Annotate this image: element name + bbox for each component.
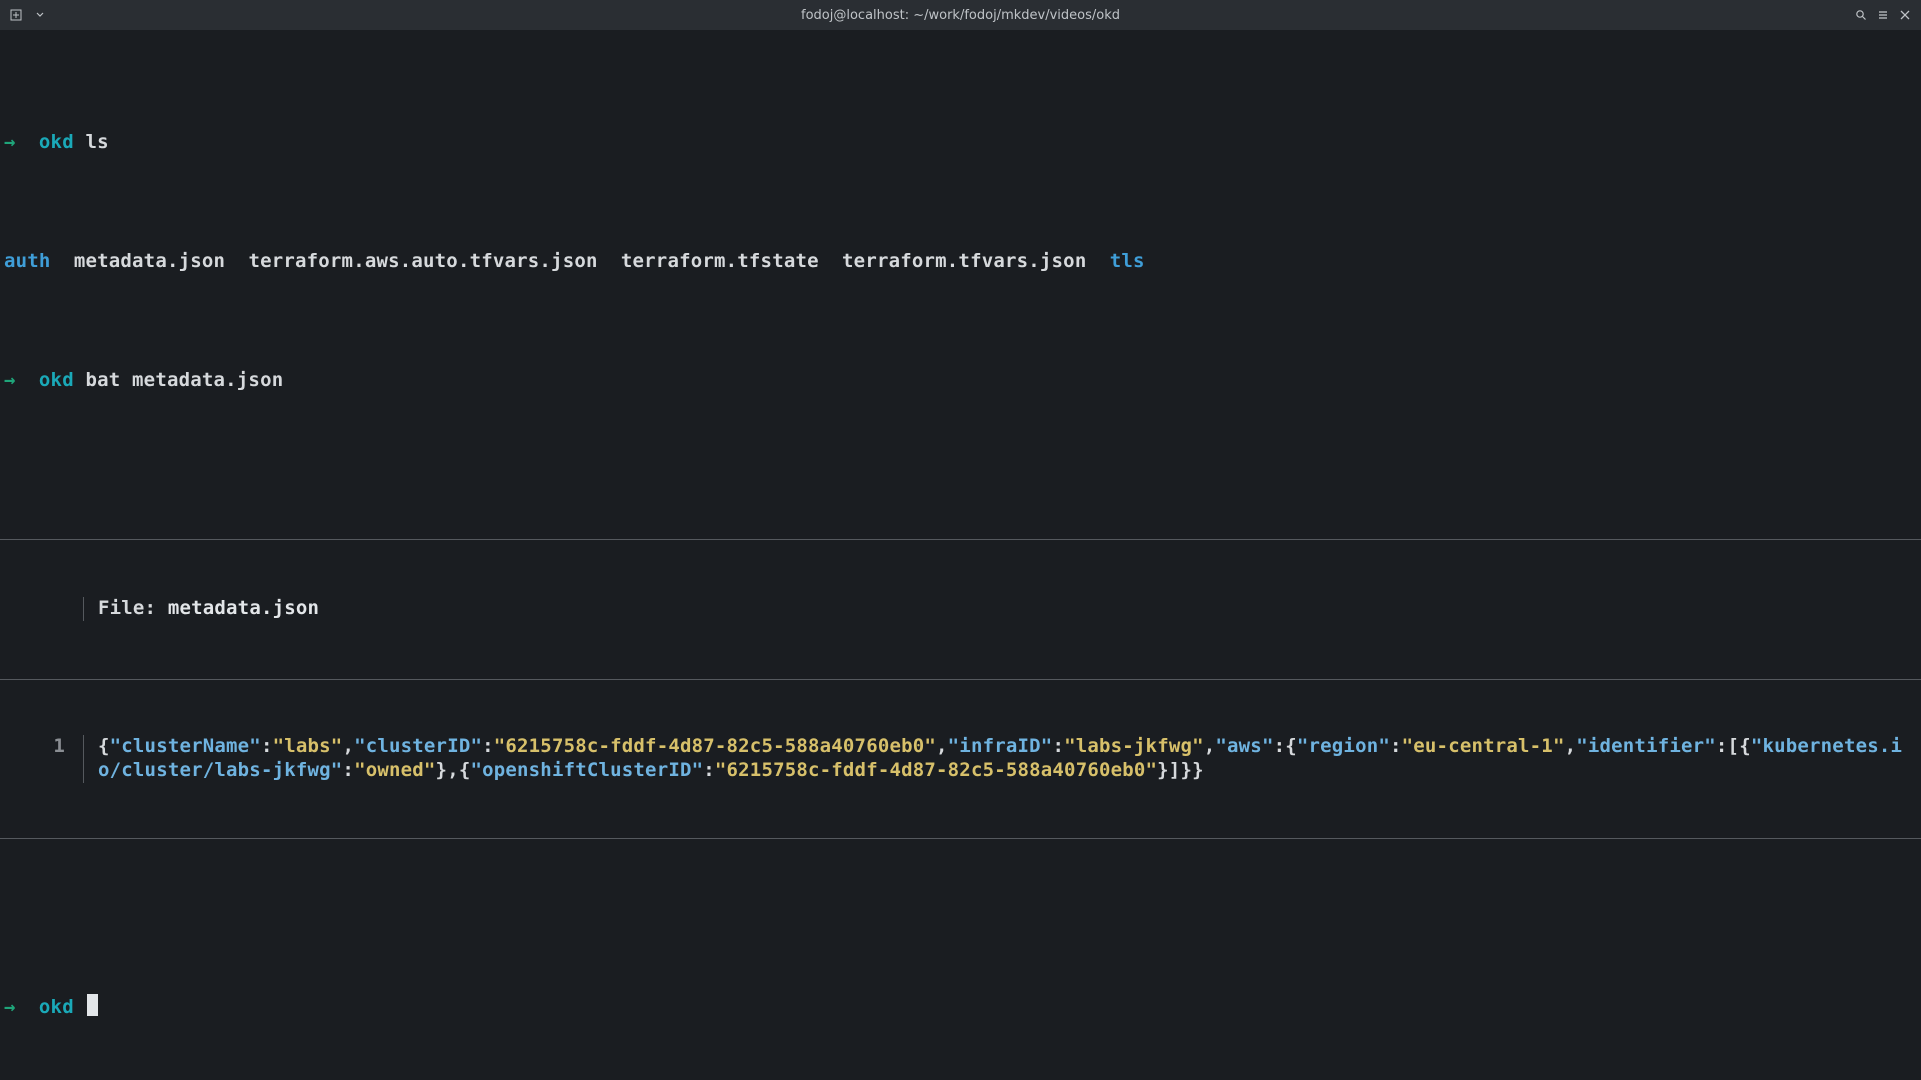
bat-file-header: File: metadata.json [84,597,1921,621]
window-title: fodoj@localhost: ~/work/fodoj/mkdev/vide… [0,8,1921,23]
bat-content-row: 1 {"clusterName":"labs","clusterID":"621… [0,727,1921,791]
titlebar-dropdown-button[interactable] [30,5,50,25]
bat-gutter [0,597,84,621]
cursor-icon [87,994,98,1016]
search-icon [1855,9,1867,21]
bat-rule-bottom [0,838,1921,839]
prompt-arrow: → [4,131,16,153]
close-window-button[interactable] [1895,5,1915,25]
bat-file-name: metadata.json [168,597,319,619]
menu-button[interactable] [1873,5,1893,25]
bat-file-label: File: [98,597,168,619]
ls-entry-dir: tls [1110,250,1145,272]
chevron-down-icon [36,11,44,19]
terminal-line: → okd bat metadata.json [0,369,1921,393]
prompt-dir: okd [39,996,74,1018]
hamburger-icon [1877,9,1889,21]
bat-rule-top [0,539,1921,540]
ls-entry-file: terraform.aws.auto.tfvars.json [248,250,597,272]
prompt-dir: okd [39,369,74,391]
titlebar-left-controls [6,5,50,25]
terminal-line: → okd ls [0,131,1921,155]
ls-entry-dir: auth [4,250,51,272]
bat-header-row: File: metadata.json [0,587,1921,631]
window-titlebar: fodoj@localhost: ~/work/fodoj/mkdev/vide… [0,0,1921,30]
ls-entry-file: terraform.tfvars.json [842,250,1086,272]
terminal-viewport[interactable]: → okd ls auth metadata.json terraform.aw… [0,30,1921,1067]
terminal-line: auth metadata.json terraform.aws.auto.tf… [0,250,1921,274]
command-text: bat metadata.json [85,369,283,391]
titlebar-right-controls [1851,5,1915,25]
new-tab-button[interactable] [6,5,26,25]
bat-output: File: metadata.json 1 {"clusterName":"la… [0,491,1921,886]
prompt-arrow: → [4,996,16,1018]
search-button[interactable] [1851,5,1871,25]
plus-box-icon [10,9,22,21]
command-text: ls [85,131,108,153]
terminal-line-active: → okd [0,994,1921,1020]
prompt-arrow: → [4,369,16,391]
prompt-dir: okd [39,131,74,153]
ls-entry-file: metadata.json [74,250,225,272]
close-icon [1900,10,1910,20]
bat-file-content: {"clusterName":"labs","clusterID":"62157… [84,735,1921,783]
bat-rule-mid [0,679,1921,680]
ls-entry-file: terraform.tfstate [621,250,819,272]
bat-line-number: 1 [0,735,84,783]
